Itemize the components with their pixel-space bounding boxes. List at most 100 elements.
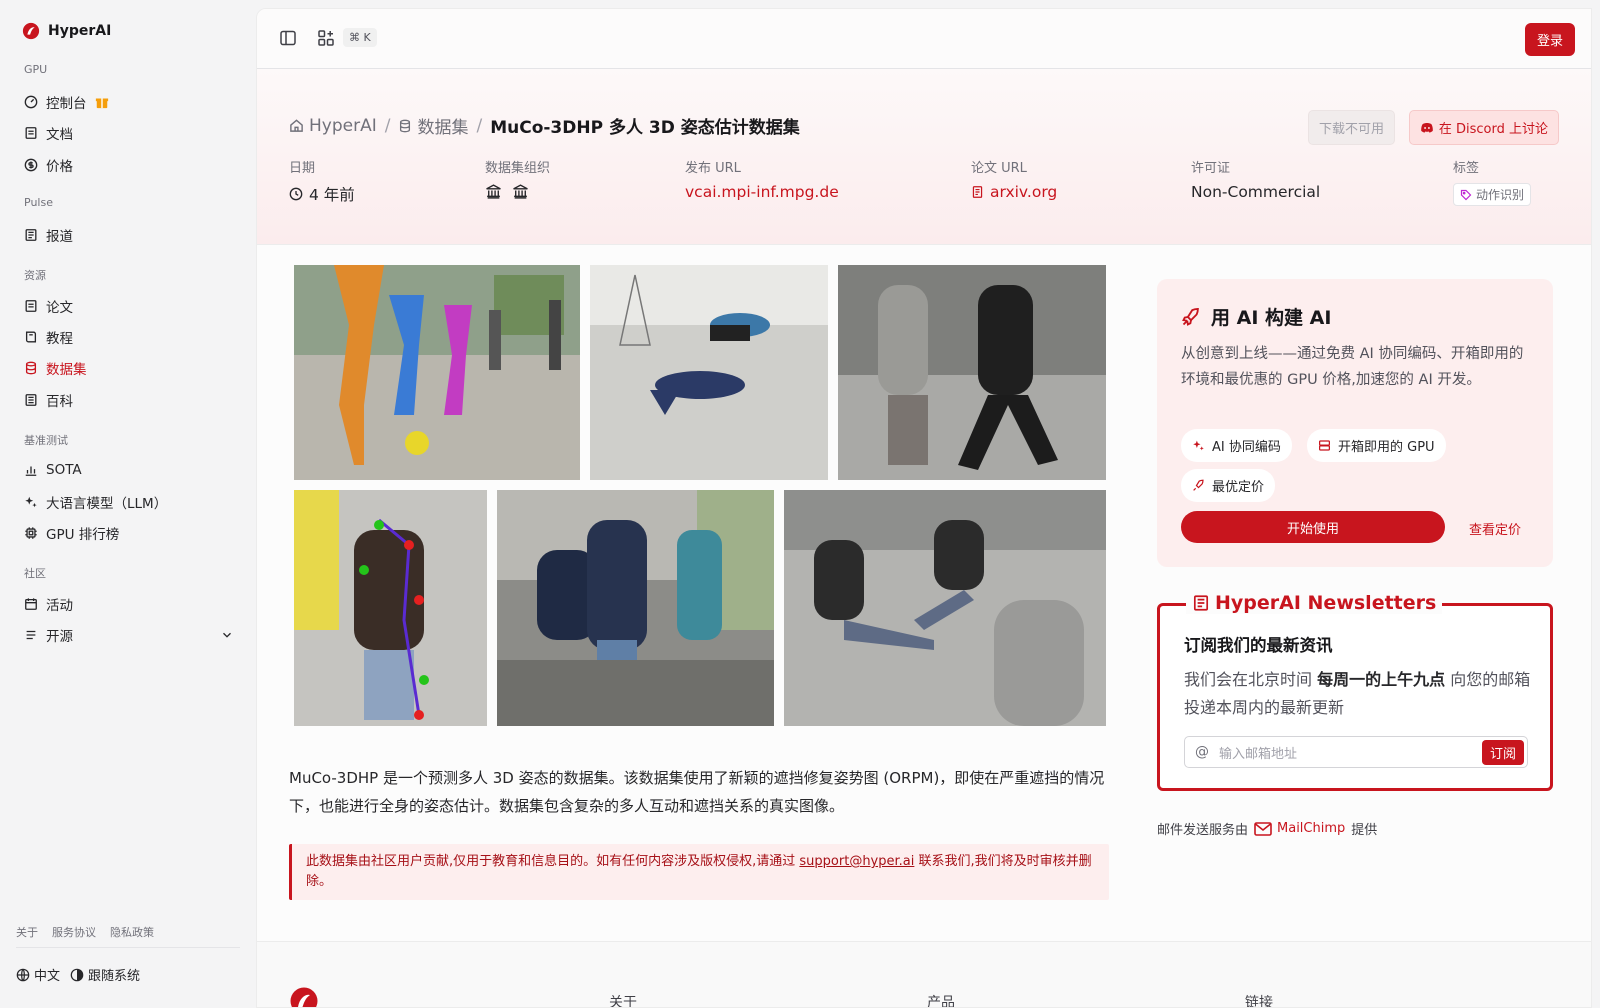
mailchimp-label: MailChimp (1277, 821, 1345, 836)
login-button[interactable]: 登录 (1525, 23, 1575, 56)
institution-icon[interactable] (485, 183, 502, 200)
sample-photo-hug (294, 490, 487, 726)
dataset-header: HyperAI / 数据集 / MuCo-3DHP 多人 3D 姿态估计数据集 … (257, 69, 1591, 245)
paper-icon (24, 299, 38, 313)
download-button[interactable]: 下载不可用 (1308, 110, 1395, 145)
theme-icon (70, 968, 84, 982)
newsletter-box: HyperAI Newsletters 订阅我们的最新资讯 我们会在北京时间 每… (1157, 603, 1553, 791)
promo-text: 从创意到上线——通过免费 AI 协同编码、开箱即用的环境和最优惠的 GPU 价格… (1181, 341, 1531, 393)
sidebar-item-sota[interactable]: SOTA (24, 459, 234, 481)
terms-link[interactable]: 服务协议 (52, 924, 96, 940)
list-icon (24, 628, 38, 642)
paper-url-label: arxiv.org (990, 183, 1057, 201)
sidebar-item-wiki[interactable]: 百科 (24, 389, 234, 411)
home-icon (289, 118, 304, 133)
email-placeholder[interactable]: 输入邮箱地址 (1219, 743, 1482, 762)
sidebar-item-papers[interactable]: 论文 (24, 295, 234, 317)
footer-col-about: 关于 (609, 992, 637, 1008)
get-started-button[interactable]: 开始使用 (1181, 511, 1445, 543)
newsletter-schedule: 每周一的上午九点 (1317, 670, 1445, 689)
discord-label: 在 Discord 上讨论 (1439, 118, 1548, 137)
sidebar-toggle-icon[interactable] (279, 29, 297, 47)
sidebar-item-datasets[interactable]: 数据集 (24, 357, 234, 379)
notice-text: 此数据集由社区用户贡献,仅用于教育和信息目的。如有任何内容涉及版权侵权,请通过 (306, 854, 799, 869)
sidebar-item-docs[interactable]: 文档 (24, 122, 234, 144)
breadcrumb-home[interactable]: HyperAI (289, 116, 377, 136)
clock-icon (289, 187, 303, 201)
sidebar-item-label: 价格 (46, 155, 73, 175)
meta-tags: 标签 动作识别 (1453, 157, 1531, 206)
release-url-link[interactable]: vcai.mpi-inf.mpg.de (685, 183, 839, 201)
database-icon (398, 119, 412, 133)
chip-gpu: 开箱即用的 GPU (1307, 429, 1446, 462)
sidebar-item-tutorials[interactable]: 教程 (24, 326, 234, 348)
breadcrumb-home-label: HyperAI (309, 116, 377, 136)
sidebar-item-pricing[interactable]: 价格 (24, 154, 234, 176)
paper-url-link[interactable]: arxiv.org (971, 183, 1057, 201)
breadcrumb-separator: / (476, 116, 482, 136)
section-community: 社区 (24, 565, 46, 581)
mailchimp-link[interactable]: MailChimp (1254, 821, 1345, 836)
calendar-icon (24, 597, 38, 611)
language-label: 中文 (34, 965, 60, 984)
apps-icon[interactable] (317, 29, 335, 47)
newspaper-icon (1192, 594, 1210, 612)
subscribe-button[interactable]: 订阅 (1482, 740, 1524, 765)
page-footer: 关于 产品 链接 (257, 941, 1591, 1008)
sidebar-item-console[interactable]: 控制台 (24, 91, 234, 113)
sparkles-icon (1192, 439, 1205, 452)
credit-pre: 邮件发送服务由 (1157, 819, 1248, 838)
meta-label: 标签 (1453, 157, 1531, 176)
promo-title: 用 AI 构建 AI (1181, 303, 1331, 330)
dataset-description: MuCo-3DHP 是一个预测多人 3D 姿态的数据集。该数据集使用了新颖的遮挡… (289, 764, 1109, 820)
at-icon: @ (1195, 744, 1209, 760)
sidebar-item-label: 开源 (46, 625, 73, 645)
sparkles-icon (24, 495, 38, 509)
sidebar-item-label: 大语言模型（LLM） (46, 492, 167, 512)
paper-icon (971, 185, 984, 199)
about-link[interactable]: 关于 (16, 924, 38, 940)
dataset-image (289, 263, 1109, 727)
sidebar-settings: 中文 跟随系统 (16, 965, 140, 984)
search-shortcut[interactable]: ⌘ K (343, 28, 377, 47)
sidebar-item-label: 论文 (46, 296, 73, 316)
brand[interactable]: HyperAI (22, 22, 111, 40)
privacy-link[interactable]: 隐私政策 (110, 924, 154, 940)
view-pricing-link[interactable]: 查看定价 (1469, 519, 1521, 538)
wiki-icon (24, 393, 38, 407)
email-field[interactable]: @ 输入邮箱地址 订阅 (1184, 736, 1528, 768)
mailchimp-credit: 邮件发送服务由 MailChimp 提供 (1157, 819, 1377, 838)
support-email-link[interactable]: support@hyper.ai (799, 854, 914, 869)
theme-switch[interactable]: 跟随系统 (70, 965, 140, 984)
section-pulse: Pulse (24, 196, 53, 209)
sidebar-item-open-source[interactable]: 开源 (24, 624, 234, 646)
section-benchmarks: 基准测试 (24, 432, 68, 448)
meta-value: 4 年前 (289, 183, 355, 205)
meta-label: 数据集组织 (485, 157, 550, 176)
sidebar-item-events[interactable]: 活动 (24, 593, 234, 615)
breadcrumb-datasets[interactable]: 数据集 (398, 113, 468, 138)
section-gpu: GPU (24, 63, 47, 76)
tag-badge[interactable]: 动作识别 (1453, 183, 1531, 206)
sidebar-item-llm[interactable]: 大语言模型（LLM） (24, 491, 234, 513)
institution-icon[interactable] (512, 183, 529, 200)
license-value: Non-Commercial (1191, 183, 1320, 201)
sample-photo-soccer (294, 265, 580, 480)
sidebar-item-reports[interactable]: 报道 (24, 224, 234, 246)
meta-label: 论文 URL (971, 157, 1057, 176)
date-value: 4 年前 (309, 183, 355, 205)
sidebar-item-gpu-leaderboard[interactable]: GPU 排行榜 (24, 522, 234, 544)
copyright-notice: 此数据集由社区用户贡献,仅用于教育和信息目的。如有任何内容涉及版权侵权,请通过 … (289, 844, 1109, 900)
sidebar-item-label: GPU 排行榜 (46, 523, 119, 543)
discord-button[interactable]: 在 Discord 上讨论 (1409, 110, 1559, 145)
meta-org: 数据集组织 (485, 157, 550, 200)
rocket-icon (1181, 307, 1201, 327)
newsletter-title: HyperAI Newsletters (1186, 592, 1442, 614)
promo-title-text: 用 AI 构建 AI (1211, 303, 1331, 330)
chevron-down-icon[interactable] (220, 628, 234, 642)
meta-license: 许可证 Non-Commercial (1191, 157, 1320, 201)
credit-post: 提供 (1351, 819, 1377, 838)
sidebar-item-label: 控制台 (46, 92, 87, 112)
mail-icon (1254, 822, 1272, 836)
language-switch[interactable]: 中文 (16, 965, 60, 984)
